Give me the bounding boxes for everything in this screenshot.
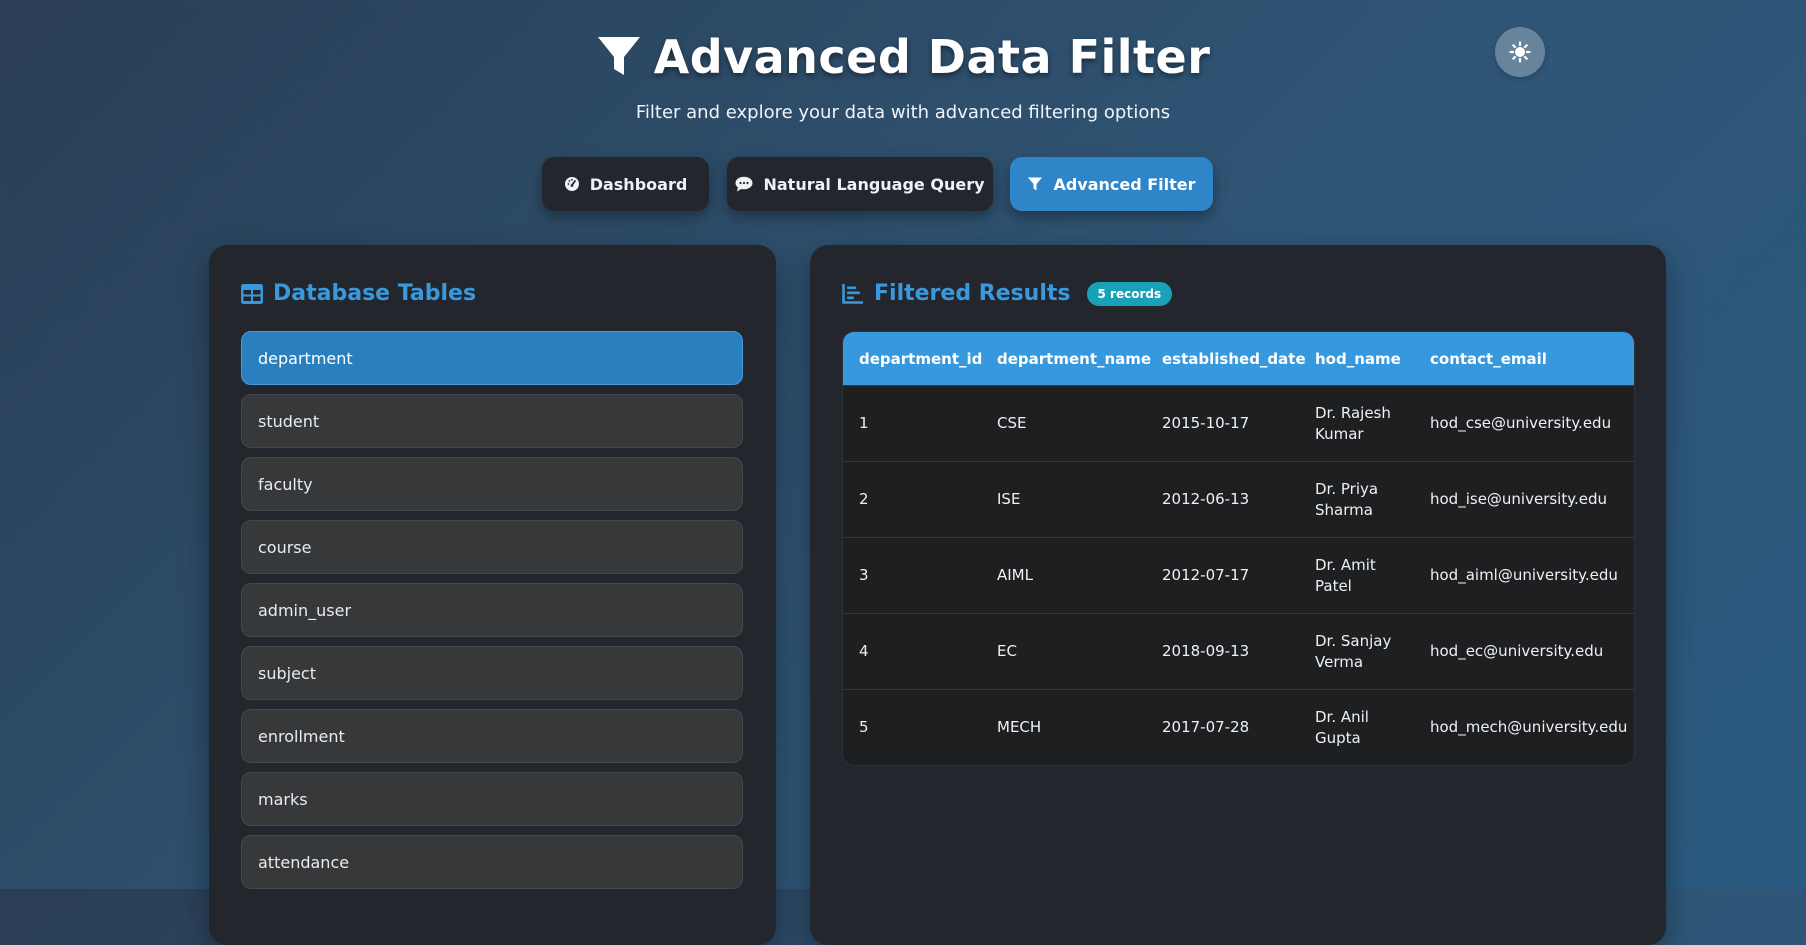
table-row: 5 MECH 2017-07-28 Dr. Anil Gupta hod_mec… <box>843 689 1634 765</box>
table-item-subject[interactable]: subject <box>241 646 743 700</box>
table-item-label: course <box>258 537 312 557</box>
results-panel: Filtered Results 5 records department_id… <box>810 245 1666 945</box>
nav-nlq-button[interactable]: Natural Language Query <box>727 157 993 211</box>
table-item-label: admin_user <box>258 600 352 620</box>
column-header-established-date[interactable]: established_date <box>1146 350 1306 368</box>
tables-panel-header: Database Tables <box>241 281 476 306</box>
table-header-row: department_id department_name establishe… <box>843 332 1634 385</box>
table-item-label: department <box>258 348 353 368</box>
nav-advanced-filter-button[interactable]: Advanced Filter <box>1010 157 1213 211</box>
cell-hod-name: Dr. Anil Gupta <box>1315 707 1369 747</box>
table-item-enrollment[interactable]: enrollment <box>241 709 743 763</box>
cell-department-name: ISE <box>997 490 1021 508</box>
cell-established-date: 2015-10-17 <box>1162 414 1250 432</box>
cell-department-id: 3 <box>859 566 869 584</box>
cell-established-date: 2012-07-17 <box>1162 566 1250 584</box>
table-row: 1 CSE 2015-10-17 Dr. Rajesh Kumar hod_cs… <box>843 385 1634 461</box>
cell-department-name: EC <box>997 642 1017 660</box>
table-item-marks[interactable]: marks <box>241 772 743 826</box>
record-count-badge: 5 records <box>1086 281 1173 306</box>
table-row: 4 EC 2018-09-13 Dr. Sanjay Verma hod_ec@… <box>843 613 1634 689</box>
comment-icon <box>735 176 753 192</box>
gauge-icon <box>564 177 579 191</box>
cell-contact-email: hod_aiml@university.edu <box>1430 566 1618 584</box>
results-table: department_id department_name establishe… <box>842 331 1635 766</box>
cell-department-id: 5 <box>859 718 869 736</box>
tables-panel: Database Tables department student facul… <box>209 245 776 945</box>
cell-established-date: 2017-07-28 <box>1162 718 1250 736</box>
table-item-label: faculty <box>258 474 313 494</box>
filter-icon <box>1028 177 1043 191</box>
table-item-course[interactable]: course <box>241 520 743 574</box>
cell-established-date: 2018-09-13 <box>1162 642 1250 660</box>
table-item-label: attendance <box>258 852 350 872</box>
cell-established-date: 2012-06-13 <box>1162 490 1250 508</box>
nav-advanced-filter-label: Advanced Filter <box>1053 174 1196 194</box>
table-item-label: student <box>258 411 320 431</box>
table-item-label: subject <box>258 663 316 683</box>
column-header-hod-name[interactable]: hod_name <box>1299 350 1414 368</box>
cell-department-name: MECH <box>997 718 1042 736</box>
column-header-department-id[interactable]: department_id <box>843 350 982 368</box>
cell-contact-email: hod_cse@university.edu <box>1430 414 1612 432</box>
column-header-contact-email[interactable]: contact_email <box>1414 350 1634 368</box>
cell-hod-name: Dr. Amit Patel <box>1315 555 1376 595</box>
chart-bar-icon <box>842 283 863 304</box>
cell-contact-email: hod_ise@university.edu <box>1430 490 1607 508</box>
cell-hod-name: Dr. Priya Sharma <box>1315 479 1379 519</box>
table-item-student[interactable]: student <box>241 394 743 448</box>
cell-department-id: 2 <box>859 490 869 508</box>
table-item-admin-user[interactable]: admin_user <box>241 583 743 637</box>
table-icon <box>241 283 263 304</box>
table-row: 3 AIML 2012-07-17 Dr. Amit Patel hod_aim… <box>843 537 1634 613</box>
nav-dashboard-label: Dashboard <box>589 174 688 194</box>
page-title-text: Advanced Data Filter <box>653 30 1211 84</box>
cell-department-name: AIML <box>997 566 1033 584</box>
table-item-label: marks <box>258 789 308 809</box>
cell-contact-email: hod_mech@university.edu <box>1430 718 1628 736</box>
results-panel-title: Filtered Results <box>874 281 1071 306</box>
table-item-department[interactable]: department <box>241 331 743 385</box>
cell-hod-name: Dr. Rajesh Kumar <box>1315 403 1391 443</box>
column-header-department-name[interactable]: department_name <box>981 350 1151 368</box>
cell-department-id: 1 <box>859 414 869 432</box>
theme-toggle-button[interactable] <box>1495 27 1545 77</box>
table-item-label: enrollment <box>258 726 345 746</box>
sun-icon <box>1509 41 1531 63</box>
tables-panel-title: Database Tables <box>273 281 477 306</box>
page-subtitle: Filter and explore your data with advanc… <box>635 102 1171 123</box>
cell-department-name: CSE <box>997 414 1027 432</box>
table-row: 2 ISE 2012-06-13 Dr. Priya Sharma hod_is… <box>843 461 1634 537</box>
table-item-attendance[interactable]: attendance <box>241 835 743 889</box>
cell-hod-name: Dr. Sanjay Verma <box>1315 631 1392 671</box>
nav-dashboard-button[interactable]: Dashboard <box>542 157 709 211</box>
funnel-icon <box>597 37 640 75</box>
cell-department-id: 4 <box>859 642 869 660</box>
results-panel-header: Filtered Results 5 records <box>842 281 1173 306</box>
cell-contact-email: hod_ec@university.edu <box>1430 642 1604 660</box>
nav-nlq-label: Natural Language Query <box>763 174 985 194</box>
table-item-faculty[interactable]: faculty <box>241 457 743 511</box>
